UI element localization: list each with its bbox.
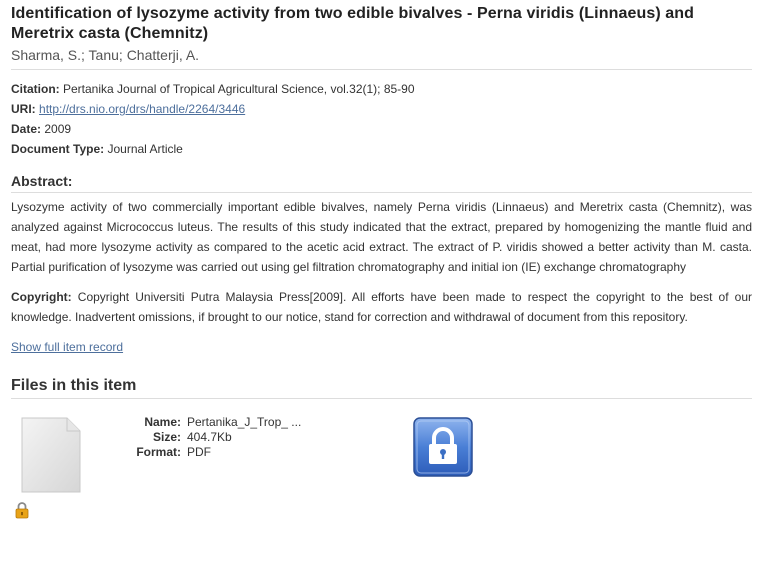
show-full-record-link[interactable]: Show full item record xyxy=(11,337,123,357)
file-format-label: Format: xyxy=(136,445,181,459)
uri-label: URI: xyxy=(11,102,36,116)
metadata-fields: Citation: Pertanika Journal of Tropical … xyxy=(11,79,752,159)
file-format-value: PDF xyxy=(187,445,211,459)
file-size-value: 404.7Kb xyxy=(187,430,232,444)
item-authors: Sharma, S.; Tanu; Chatterji, A. xyxy=(11,47,200,63)
document-thumbnail-icon[interactable] xyxy=(21,417,81,493)
date-label: Date: xyxy=(11,122,42,136)
file-size-row: Size: 404.7Kb xyxy=(93,430,301,445)
citation-label: Citation: xyxy=(11,82,60,96)
document-type-value: Journal Article xyxy=(107,142,183,156)
files-heading: Files in this item xyxy=(11,377,137,394)
date-field: Date: 2009 xyxy=(11,119,752,139)
abstract-heading: Abstract: xyxy=(11,173,73,189)
title-divider xyxy=(11,69,752,70)
copyright-text: Copyright Universiti Putra Malaysia Pres… xyxy=(11,290,752,324)
copyright-label: Copyright: xyxy=(11,290,72,304)
file-entry: Name: Pertanika_J_Trop_ ... Size: 404.7Kb … xyxy=(11,409,752,539)
file-size-label: Size: xyxy=(152,430,181,444)
item-title: Identification of lysozyme activity from… xyxy=(11,5,695,42)
abstract-text: Lysozyme activity of two commercially im… xyxy=(11,200,752,274)
citation-value: Pertanika Journal of Tropical Agricultur… xyxy=(63,82,415,96)
files-divider xyxy=(11,398,752,399)
citation-field: Citation: Pertanika Journal of Tropical … xyxy=(11,79,752,99)
padlock-access-icon[interactable] xyxy=(413,417,473,477)
file-format-row: Format: PDF xyxy=(93,445,301,460)
item-view: Identification of lysozyme activity from… xyxy=(11,4,752,539)
date-value: 2009 xyxy=(44,122,72,136)
file-name-row: Name: Pertanika_J_Trop_ ... xyxy=(93,415,301,430)
copyright-field: Copyright: Copyright Universiti Putra Ma… xyxy=(11,287,752,327)
abstract-divider xyxy=(11,192,752,193)
document-type-field: Document Type: Journal Article xyxy=(11,139,752,159)
document-type-label: Document Type: xyxy=(11,142,105,156)
uri-field: URI: http://drs.nio.org/drs/handle/2264/… xyxy=(11,99,752,119)
file-name-link[interactable]: Pertanika_J_Trop_ ... xyxy=(187,415,301,429)
file-name-label: Name: xyxy=(144,415,181,429)
lock-icon xyxy=(15,501,29,519)
file-metadata: Name: Pertanika_J_Trop_ ... Size: 404.7Kb … xyxy=(93,415,301,460)
uri-link[interactable]: http://drs.nio.org/drs/handle/2264/3446 xyxy=(39,102,245,116)
